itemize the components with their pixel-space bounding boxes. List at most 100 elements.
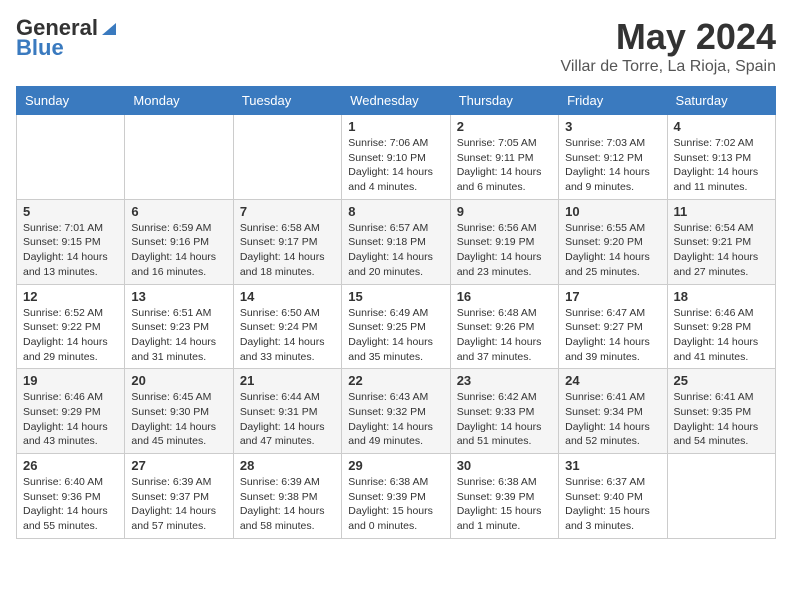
table-row: 27 Sunrise: 6:39 AM Sunset: 9:37 PM Dayli… xyxy=(125,454,233,539)
day-info: Sunrise: 7:03 AM Sunset: 9:12 PM Dayligh… xyxy=(565,136,660,195)
day-info: Sunrise: 6:42 AM Sunset: 9:33 PM Dayligh… xyxy=(457,390,552,449)
day-number: 9 xyxy=(457,204,552,219)
table-row: 29 Sunrise: 6:38 AM Sunset: 9:39 PM Dayli… xyxy=(342,454,450,539)
day-info: Sunrise: 6:43 AM Sunset: 9:32 PM Dayligh… xyxy=(348,390,443,449)
table-row xyxy=(17,115,125,200)
day-number: 22 xyxy=(348,373,443,388)
table-row: 11 Sunrise: 6:54 AM Sunset: 9:21 PM Dayli… xyxy=(667,199,775,284)
subtitle: Villar de Torre, La Rioja, Spain xyxy=(560,58,776,76)
day-info: Sunrise: 6:47 AM Sunset: 9:27 PM Dayligh… xyxy=(565,306,660,365)
calendar-week-row: 5Sunrise: 7:01 AM Sunset: 9:15 PM Daylig… xyxy=(17,199,776,284)
day-info: Sunrise: 6:41 AM Sunset: 9:34 PM Dayligh… xyxy=(565,390,660,449)
table-row xyxy=(667,454,775,539)
day-number: 10 xyxy=(565,204,660,219)
day-info: Sunrise: 6:41 AM Sunset: 9:35 PM Dayligh… xyxy=(674,390,769,449)
day-number: 14 xyxy=(240,289,335,304)
day-info: Sunrise: 6:57 AM Sunset: 9:18 PM Dayligh… xyxy=(348,221,443,280)
day-info: Sunrise: 7:05 AM Sunset: 9:11 PM Dayligh… xyxy=(457,136,552,195)
table-row: 9 Sunrise: 6:56 AM Sunset: 9:19 PM Daylig… xyxy=(450,199,558,284)
table-row: 16Sunrise: 6:48 AM Sunset: 9:26 PM Dayli… xyxy=(450,284,558,369)
col-saturday: Saturday xyxy=(667,87,775,115)
day-number: 30 xyxy=(457,458,552,473)
day-info: Sunrise: 6:39 AM Sunset: 9:38 PM Dayligh… xyxy=(240,475,335,534)
table-row: 3 Sunrise: 7:03 AM Sunset: 9:12 PM Daylig… xyxy=(559,115,667,200)
calendar-table: Sunday Monday Tuesday Wednesday Thursday… xyxy=(16,86,776,539)
logo-blue-text: Blue xyxy=(16,36,118,60)
table-row: 14 Sunrise: 6:50 AM Sunset: 9:24 PM Dayli… xyxy=(233,284,341,369)
day-number: 2 xyxy=(457,119,552,134)
page-header: General Blue May 2024 Villar de Torre, L… xyxy=(16,16,776,76)
table-row: 18Sunrise: 6:46 AM Sunset: 9:28 PM Dayli… xyxy=(667,284,775,369)
day-number: 4 xyxy=(674,119,769,134)
table-row: 25 Sunrise: 6:41 AM Sunset: 9:35 PM Dayli… xyxy=(667,369,775,454)
day-info: Sunrise: 6:56 AM Sunset: 9:19 PM Dayligh… xyxy=(457,221,552,280)
day-number: 27 xyxy=(131,458,226,473)
day-number: 31 xyxy=(565,458,660,473)
calendar-week-row: 12 Sunrise: 6:52 AM Sunset: 9:22 PM Dayli… xyxy=(17,284,776,369)
day-info: Sunrise: 6:52 AM Sunset: 9:22 PM Dayligh… xyxy=(23,306,118,365)
table-row: 17 Sunrise: 6:47 AM Sunset: 9:27 PM Dayli… xyxy=(559,284,667,369)
day-number: 11 xyxy=(674,204,769,219)
table-row xyxy=(125,115,233,200)
day-info: Sunrise: 6:49 AM Sunset: 9:25 PM Dayligh… xyxy=(348,306,443,365)
table-row xyxy=(233,115,341,200)
day-info: Sunrise: 7:06 AM Sunset: 9:10 PM Dayligh… xyxy=(348,136,443,195)
col-monday: Monday xyxy=(125,87,233,115)
day-number: 1 xyxy=(348,119,443,134)
title-block: May 2024 Villar de Torre, La Rioja, Spai… xyxy=(560,16,776,76)
calendar-header-row: Sunday Monday Tuesday Wednesday Thursday… xyxy=(17,87,776,115)
table-row: 1 Sunrise: 7:06 AM Sunset: 9:10 PM Daylig… xyxy=(342,115,450,200)
table-row: 13 Sunrise: 6:51 AM Sunset: 9:23 PM Dayli… xyxy=(125,284,233,369)
day-info: Sunrise: 6:44 AM Sunset: 9:31 PM Dayligh… xyxy=(240,390,335,449)
col-tuesday: Tuesday xyxy=(233,87,341,115)
day-info: Sunrise: 6:39 AM Sunset: 9:37 PM Dayligh… xyxy=(131,475,226,534)
day-number: 3 xyxy=(565,119,660,134)
day-number: 6 xyxy=(131,204,226,219)
col-thursday: Thursday xyxy=(450,87,558,115)
day-number: 13 xyxy=(131,289,226,304)
day-info: Sunrise: 6:46 AM Sunset: 9:28 PM Dayligh… xyxy=(674,306,769,365)
day-number: 20 xyxy=(131,373,226,388)
day-info: Sunrise: 6:46 AM Sunset: 9:29 PM Dayligh… xyxy=(23,390,118,449)
day-info: Sunrise: 6:38 AM Sunset: 9:39 PM Dayligh… xyxy=(457,475,552,534)
day-number: 15 xyxy=(348,289,443,304)
table-row: 24 Sunrise: 6:41 AM Sunset: 9:34 PM Dayli… xyxy=(559,369,667,454)
day-info: Sunrise: 6:45 AM Sunset: 9:30 PM Dayligh… xyxy=(131,390,226,449)
table-row: 28 Sunrise: 6:39 AM Sunset: 9:38 PM Dayli… xyxy=(233,454,341,539)
table-row: 26Sunrise: 6:40 AM Sunset: 9:36 PM Dayli… xyxy=(17,454,125,539)
day-info: Sunrise: 6:50 AM Sunset: 9:24 PM Dayligh… xyxy=(240,306,335,365)
day-number: 24 xyxy=(565,373,660,388)
day-number: 29 xyxy=(348,458,443,473)
table-row: 21 Sunrise: 6:44 AM Sunset: 9:31 PM Dayli… xyxy=(233,369,341,454)
calendar-week-row: 19Sunrise: 6:46 AM Sunset: 9:29 PM Dayli… xyxy=(17,369,776,454)
day-number: 28 xyxy=(240,458,335,473)
calendar-week-row: 1 Sunrise: 7:06 AM Sunset: 9:10 PM Daylig… xyxy=(17,115,776,200)
logo-arrow-icon xyxy=(100,19,118,37)
day-number: 21 xyxy=(240,373,335,388)
day-number: 25 xyxy=(674,373,769,388)
day-number: 5 xyxy=(23,204,118,219)
day-number: 7 xyxy=(240,204,335,219)
col-sunday: Sunday xyxy=(17,87,125,115)
day-number: 8 xyxy=(348,204,443,219)
table-row: 10 Sunrise: 6:55 AM Sunset: 9:20 PM Dayli… xyxy=(559,199,667,284)
day-info: Sunrise: 6:38 AM Sunset: 9:39 PM Dayligh… xyxy=(348,475,443,534)
calendar-week-row: 26Sunrise: 6:40 AM Sunset: 9:36 PM Dayli… xyxy=(17,454,776,539)
table-row: 6Sunrise: 6:59 AM Sunset: 9:16 PM Daylig… xyxy=(125,199,233,284)
table-row: 20 Sunrise: 6:45 AM Sunset: 9:30 PM Dayli… xyxy=(125,369,233,454)
table-row: 7Sunrise: 6:58 AM Sunset: 9:17 PM Daylig… xyxy=(233,199,341,284)
day-info: Sunrise: 6:55 AM Sunset: 9:20 PM Dayligh… xyxy=(565,221,660,280)
day-number: 17 xyxy=(565,289,660,304)
day-info: Sunrise: 6:37 AM Sunset: 9:40 PM Dayligh… xyxy=(565,475,660,534)
table-row: 12 Sunrise: 6:52 AM Sunset: 9:22 PM Dayli… xyxy=(17,284,125,369)
day-number: 12 xyxy=(23,289,118,304)
day-info: Sunrise: 6:40 AM Sunset: 9:36 PM Dayligh… xyxy=(23,475,118,534)
day-info: Sunrise: 6:54 AM Sunset: 9:21 PM Dayligh… xyxy=(674,221,769,280)
table-row: 23Sunrise: 6:42 AM Sunset: 9:33 PM Dayli… xyxy=(450,369,558,454)
col-friday: Friday xyxy=(559,87,667,115)
table-row: 8 Sunrise: 6:57 AM Sunset: 9:18 PM Daylig… xyxy=(342,199,450,284)
table-row: 22 Sunrise: 6:43 AM Sunset: 9:32 PM Dayli… xyxy=(342,369,450,454)
day-info: Sunrise: 6:51 AM Sunset: 9:23 PM Dayligh… xyxy=(131,306,226,365)
table-row: 5Sunrise: 7:01 AM Sunset: 9:15 PM Daylig… xyxy=(17,199,125,284)
day-number: 16 xyxy=(457,289,552,304)
